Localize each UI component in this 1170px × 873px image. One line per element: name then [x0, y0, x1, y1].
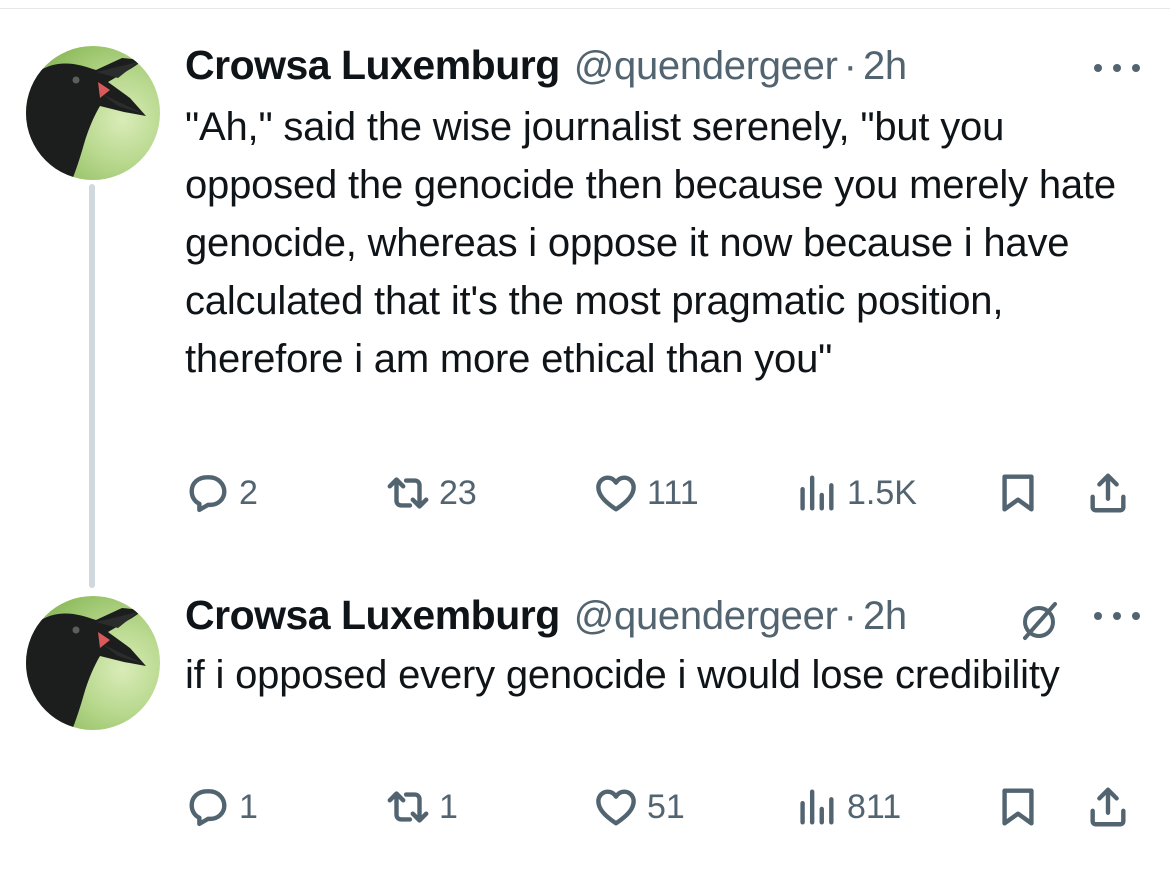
more-icon[interactable]	[1094, 58, 1140, 78]
tweet-header: Crowsa Luxemburg @quendergeer · 2h	[185, 42, 907, 92]
separator-dot: ·	[843, 594, 857, 638]
tweet-1[interactable]: Crowsa Luxemburg @quendergeer · 2h "Ah,"…	[0, 0, 1170, 560]
tweet-2[interactable]: Crowsa Luxemburg @quendergeer · 2h if i …	[0, 560, 1170, 873]
share-icon	[1090, 787, 1126, 827]
like-count: 51	[647, 787, 685, 826]
timestamp[interactable]: 2h	[863, 594, 907, 639]
separator-dot: ·	[843, 44, 857, 88]
crow-avatar-image	[26, 58, 146, 180]
retweet-button[interactable]: 23	[385, 468, 477, 518]
share-icon	[1090, 473, 1126, 513]
views-count: 1.5K	[847, 473, 917, 512]
retweet-button[interactable]: 1	[385, 782, 458, 832]
bookmark-button[interactable]	[995, 782, 1041, 832]
views-button[interactable]: 811	[793, 782, 901, 832]
display-name[interactable]: Crowsa Luxemburg	[185, 592, 560, 639]
action-bar: 1 1 51 811	[185, 782, 1140, 832]
bookmark-button[interactable]	[995, 468, 1041, 518]
tweet-text: if i opposed every genocide i would lose…	[185, 653, 1060, 697]
reply-icon	[189, 789, 227, 827]
avatar[interactable]	[26, 596, 160, 730]
like-button[interactable]: 51	[593, 782, 685, 832]
heart-icon	[596, 475, 636, 512]
views-count: 811	[847, 787, 902, 826]
timestamp[interactable]: 2h	[863, 44, 907, 89]
grok-icon[interactable]	[1013, 596, 1065, 648]
handle[interactable]: @quendergeer	[574, 44, 838, 89]
retweet-count: 23	[439, 473, 477, 512]
bookmark-icon	[1002, 788, 1034, 826]
bookmark-icon	[1002, 474, 1034, 512]
share-button[interactable]	[1085, 468, 1131, 518]
retweet-icon	[387, 477, 429, 509]
avatar[interactable]	[26, 46, 160, 180]
reply-count: 2	[239, 473, 258, 512]
tweet-text: "Ah," said the wise journalist serenely,…	[185, 105, 1116, 381]
retweet-count: 1	[439, 787, 458, 826]
views-icon	[800, 789, 834, 825]
views-icon	[800, 475, 834, 511]
more-icon[interactable]	[1094, 606, 1140, 626]
action-bar: 2 23 111 1.5K	[185, 468, 1140, 518]
reply-button[interactable]: 2	[185, 468, 258, 518]
tweet-header: Crowsa Luxemburg @quendergeer · 2h	[185, 592, 907, 642]
heart-icon	[596, 789, 636, 826]
like-button[interactable]: 111	[593, 468, 699, 518]
like-count: 111	[647, 473, 699, 512]
retweet-icon	[387, 791, 429, 823]
handle[interactable]: @quendergeer	[574, 594, 838, 639]
reply-button[interactable]: 1	[185, 782, 258, 832]
share-button[interactable]	[1085, 782, 1131, 832]
reply-icon	[189, 475, 227, 513]
display-name[interactable]: Crowsa Luxemburg	[185, 42, 560, 89]
reply-count: 1	[239, 787, 258, 826]
crow-avatar-image	[26, 608, 146, 730]
views-button[interactable]: 1.5K	[793, 468, 917, 518]
